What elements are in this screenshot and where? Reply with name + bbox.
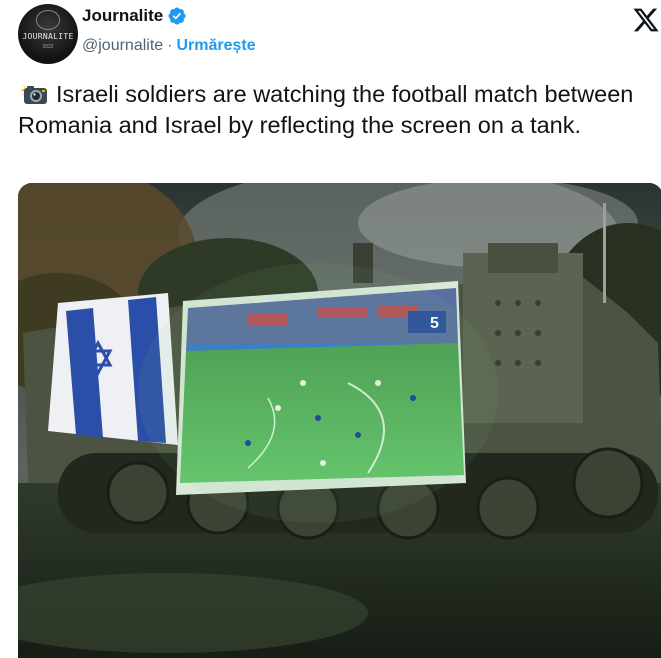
follow-button[interactable]: Urmărește	[177, 37, 256, 55]
author-name-row: Journalite	[82, 6, 187, 26]
author-avatar[interactable]: JOURNALITE 2022	[18, 4, 78, 64]
verified-badge-icon	[168, 7, 186, 25]
avatar-year-text: 2022	[42, 44, 54, 50]
author-name[interactable]: Journalite	[82, 6, 163, 26]
author-handle[interactable]: @journalite	[82, 37, 163, 55]
author-handle-row: @journalite · Urmărește	[82, 37, 256, 55]
avatar-brand-text: JOURNALITE	[22, 32, 74, 41]
tweet-body-text: Israeli soldiers are watching the footba…	[18, 81, 634, 138]
x-logo-icon[interactable]	[632, 6, 660, 34]
tweet-media-photo[interactable]: 5	[18, 183, 661, 658]
tweet-header: JOURNALITE 2022 Journalite @journalite ·…	[18, 4, 660, 64]
handle-separator: ·	[167, 37, 173, 54]
tank-screen-photo: 5	[18, 183, 661, 658]
tweet-text: Israeli soldiers are watching the footba…	[18, 79, 658, 141]
avatar-globe-icon	[36, 10, 60, 30]
camera-flash-icon	[20, 83, 47, 104]
